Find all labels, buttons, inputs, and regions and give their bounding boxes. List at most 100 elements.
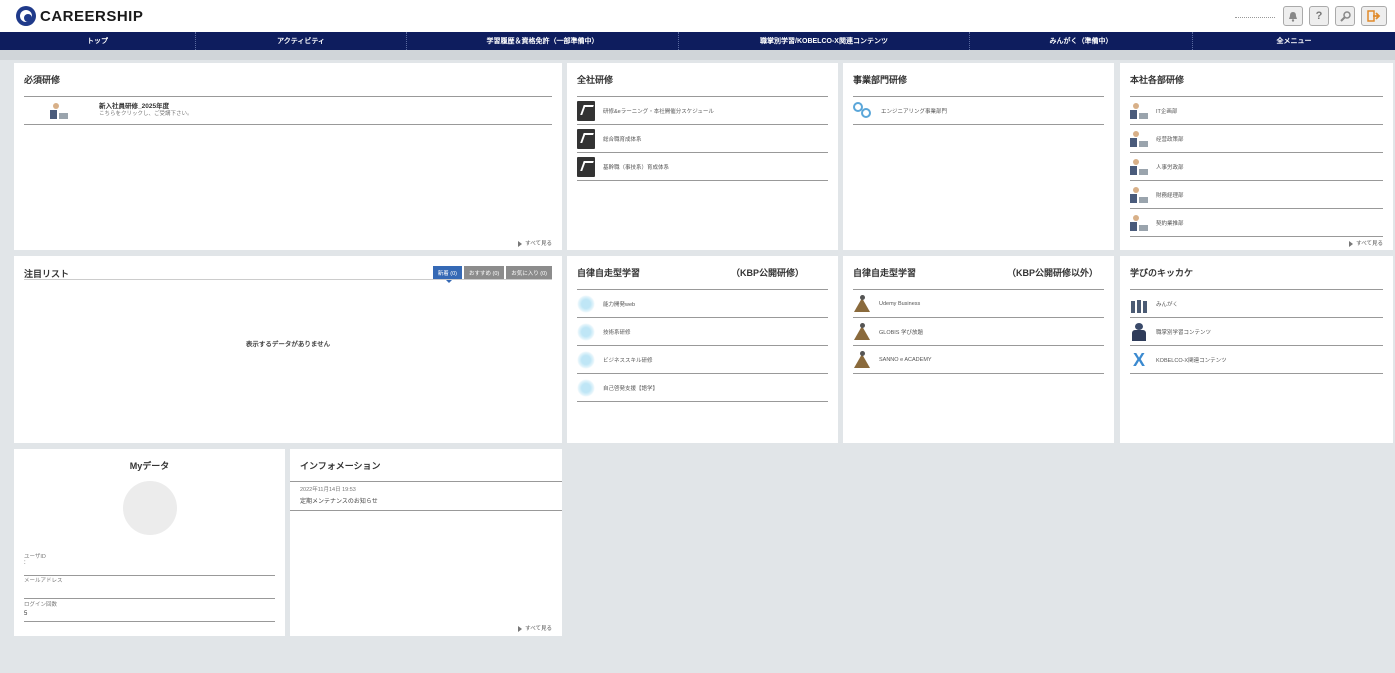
see-all-link[interactable]: すべて見る (518, 239, 552, 247)
header-icons: ? (1283, 6, 1387, 26)
triangle-right-icon (518, 240, 523, 247)
list-item[interactable]: IT企画部 (1130, 97, 1383, 125)
businessman-icon (1130, 322, 1148, 341)
logo-mark-icon (16, 6, 36, 26)
tab-recommended[interactable]: おすすめ (0) (463, 266, 505, 279)
nav-all-menu[interactable]: 全メニュー (1193, 32, 1395, 50)
nav-activity[interactable]: アクティビティ (196, 32, 407, 50)
group-icon (1130, 294, 1148, 313)
item-label: IT企画部 (1156, 108, 1178, 115)
kobelco-x-icon: X (1132, 349, 1145, 370)
item-label: GLOBIS 学び放題 (879, 329, 924, 336)
triangle-right-icon (518, 625, 523, 632)
item-label: エンジニアリング事業部門 (881, 108, 948, 115)
nav-shadow (0, 50, 1395, 60)
list-item[interactable]: 総合職育成体系 (577, 125, 828, 153)
list-item[interactable]: 技術系研修 (577, 318, 828, 346)
lightbulb-icon (577, 378, 595, 397)
company-training-panel: 全社研修 研修&eラーニング・本社開催分スケジュール 総合職育成体系 基幹職（事… (567, 63, 838, 250)
bell-icon[interactable] (1283, 6, 1303, 26)
see-all-label: すべて見る (525, 241, 552, 247)
tab-favorites[interactable]: お気に入り (0) (506, 266, 552, 279)
info-date: 2022年11月14日 19:53 (300, 487, 356, 493)
list-item[interactable]: エンジニアリング事業部門 (853, 97, 1104, 125)
nav-mingaku[interactable]: みんがく（準備中） (970, 32, 1193, 50)
divider (290, 481, 562, 482)
list-item[interactable]: 经营政策部 (1130, 125, 1383, 153)
person-icon (1130, 130, 1148, 148)
person-icon (1130, 102, 1148, 120)
list-item[interactable]: 人事労政部 (1130, 153, 1383, 181)
list-item[interactable]: 基幹職（事技系）育成体系 (577, 153, 828, 181)
see-all-label: すべて見る (1356, 241, 1383, 247)
login-count-value: 5 (24, 611, 28, 617)
list-item[interactable]: Udemy Business (853, 290, 1104, 318)
main-nav: トップ アクティビティ 学習履歴＆資格免許（一部準備中） 職掌別学習/KOBEL… (0, 32, 1395, 50)
watch-list-panel: 注目リスト 新着 (0) おすすめ (0) お気に入り (0) 表示するデータが… (14, 256, 562, 443)
list-item[interactable]: ビジネススキル研修 (577, 346, 828, 374)
careership-logo[interactable]: CAREERSHIP (16, 6, 143, 26)
empty-message: 表示するデータがありません (245, 341, 331, 348)
item-label: みんがく (1156, 301, 1179, 308)
self-learning-kbp-panel: 自律自走型学習 （KBP公開研修） 能力開発web 技術系研修 ビジネススキル研… (567, 256, 838, 443)
info-link[interactable]: 定期メンテナンスのお知らせ (300, 496, 378, 505)
mountain-climb-icon (853, 294, 871, 313)
list-item[interactable]: 新入社員研修_2025年度 こちらをクリックし、ご受講下さい。 (24, 97, 552, 125)
learning-trigger-panel: 学びのキッカケ みんがく 職掌別学習コンテンツ X KOBELCO-X関連コンテン… (1120, 256, 1393, 443)
person-icon (1130, 186, 1148, 204)
divider (24, 621, 275, 622)
nav-job-learning[interactable]: 職掌別学習/KOBELCO-X関連コンテンツ (679, 32, 970, 50)
item-label: 財務経理部 (1156, 192, 1184, 199)
list-item[interactable]: 能力開発web (577, 290, 828, 318)
list-item[interactable]: 研修&eラーニング・本社開催分スケジュール (577, 97, 828, 125)
mountain-climb-icon (853, 322, 871, 341)
item-label: 自己啓発支援【語学】 (603, 385, 659, 392)
item-label: 職掌別学習コンテンツ (1156, 329, 1212, 336)
see-all-label: すべて見る (525, 626, 552, 632)
list-item[interactable]: みんがく (1130, 290, 1383, 318)
login-count-label: ログイン回数 (24, 602, 58, 608)
panel-title: 自律自走型学習 (577, 268, 641, 278)
panel-title: インフォメーション (300, 461, 381, 471)
list-item[interactable]: 職掌別学習コンテンツ (1130, 318, 1383, 346)
division-training-panel: 事業部門研修 エンジニアリング事業部門 (843, 63, 1114, 250)
see-all-link[interactable]: すべて見る (518, 624, 552, 632)
list-item[interactable]: 財務経理部 (1130, 181, 1383, 209)
item-label: 研修&eラーニング・本社開催分スケジュール (603, 108, 714, 115)
divider (24, 279, 552, 280)
person-icon (50, 102, 68, 120)
item-subtitle: こちらをクリックし、ご受講下さい。 (99, 111, 193, 117)
logout-icon[interactable] (1361, 6, 1387, 26)
panel-title: 全社研修 (577, 75, 614, 85)
hq-training-panel: 本社各部研修 IT企画部 经营政策部 人事労政部 財務経理部 契約業推部 すべて… (1120, 63, 1393, 250)
list-item[interactable]: X KOBELCO-X関連コンテンツ (1130, 346, 1383, 374)
tab-new[interactable]: 新着 (0) (432, 266, 462, 283)
item-label: SANNO e ACADEMY (879, 356, 932, 363)
item-label: 技術系研修 (603, 329, 631, 336)
top-header: CAREERSHIP ? (0, 0, 1395, 32)
self-learning-other-panel: 自律自走型学習 （KBP公開研修以外） Udemy Business GLOBI… (843, 256, 1114, 443)
user-name-placeholder (1235, 17, 1275, 18)
divider (24, 598, 275, 599)
mountain-climb-icon (853, 350, 871, 369)
watch-tabs: 新着 (0) おすすめ (0) お気に入り (0) (432, 266, 552, 283)
list-item[interactable]: GLOBIS 学び放題 (853, 318, 1104, 346)
user-id-label: ユーザID (24, 554, 46, 560)
list-item[interactable]: 契約業推部 (1130, 209, 1383, 237)
item-label: 総合職育成体系 (603, 136, 642, 143)
list-item[interactable]: 自己啓発支援【語学】 (577, 374, 828, 402)
panel-title: 自律自走型学習 (853, 268, 917, 278)
lightbulb-icon (577, 294, 595, 313)
search-icon[interactable] (1335, 6, 1355, 26)
nav-top[interactable]: トップ (0, 32, 196, 50)
logo-text: CAREERSHIP (40, 7, 144, 25)
item-label: 基幹職（事技系）育成体系 (603, 164, 670, 171)
information-panel: インフォメーション 2022年11月14日 19:53 定期メンテナンスのお知ら… (290, 449, 562, 636)
see-all-link[interactable]: すべて見る (1349, 239, 1383, 247)
nav-history[interactable]: 学習履歴＆資格免許（一部準備中） (407, 32, 679, 50)
career-up-icon (577, 128, 595, 149)
list-item[interactable]: SANNO e ACADEMY (853, 346, 1104, 374)
triangle-right-icon (1349, 240, 1354, 247)
help-icon[interactable]: ? (1309, 6, 1329, 26)
career-up-icon (577, 156, 595, 177)
